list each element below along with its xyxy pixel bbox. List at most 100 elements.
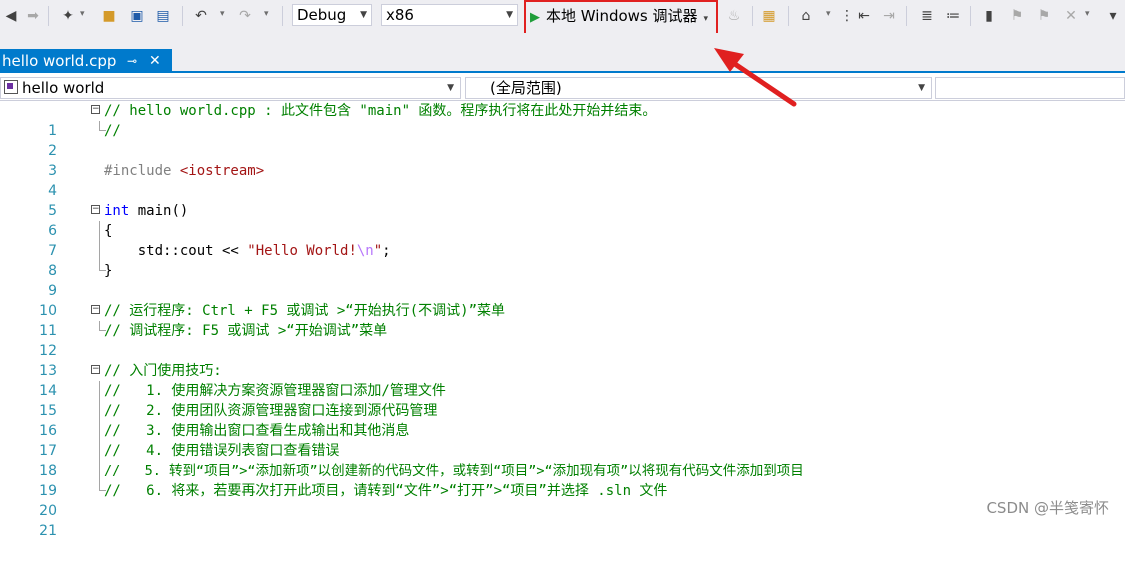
collapse-icon[interactable]: − (91, 305, 100, 314)
outline-guide (99, 221, 100, 241)
navigation-bar: hello world ▼ (全局范围) ▼ (0, 76, 1125, 101)
code-line: 9 } (0, 261, 1125, 299)
outline-guide (99, 401, 100, 421)
code-line: 12 // 调试程序: F5 或调试 >“开始调试”菜单 (0, 321, 1125, 359)
tab-underline (0, 71, 1125, 73)
code-line: 15 // 1. 使用解决方案资源管理器窗口添加/管理文件 (0, 381, 1125, 419)
code-text: } (104, 263, 113, 279)
back-icon[interactable]: ◀ (2, 7, 20, 25)
chevron-down-icon[interactable]: ▾ (264, 9, 269, 19)
hot-reload-icon[interactable]: ♨ (725, 7, 743, 25)
solution-config-dropdown[interactable]: Debug ▼ (292, 4, 372, 26)
toolbar-separator (906, 6, 907, 26)
document-tab-strip: hello world.cpp ⊸ ✕ (0, 33, 1125, 73)
toolbar-separator (970, 6, 971, 26)
code-text: #include <iostream> (104, 161, 264, 181)
outline-guide (99, 241, 100, 261)
chevron-down-icon[interactable]: ▾ (1085, 9, 1090, 19)
preprocessor-directive: #include (104, 163, 180, 179)
string-literal: "Hello World! (247, 243, 357, 259)
code-text: // 5. 转到“项目”>“添加新项”以创建新的代码文件，或转到“项目”>“添加… (104, 463, 804, 479)
toolbar-separator (788, 6, 789, 26)
save-icon[interactable]: ▣ (128, 7, 146, 25)
outline-guide (99, 441, 100, 461)
annotation-arrow (714, 48, 797, 107)
code-line: 5 (0, 181, 1125, 219)
include-target: <iostream> (179, 163, 265, 179)
project-value: hello world (22, 79, 105, 97)
code-text: // 6. 将来，若要再次打开此项目，请转到“文件”>“打开”>“项目”并选择 … (104, 483, 668, 499)
code-text: std::cout << "Hello World!\n"; (104, 241, 391, 261)
indent-icon[interactable]: ⇤ (855, 7, 873, 25)
code-text: // 调试程序: F5 或调试 >“开始调试”菜单 (104, 323, 388, 339)
code-line: 4 #include <iostream> (0, 161, 1125, 199)
code-text: { (104, 223, 113, 239)
project-icon (4, 80, 18, 94)
code-editor[interactable]: 1 − // hello world.cpp : 此文件包含 "main" 函数… (0, 101, 1125, 539)
annotation-arrow-shaft (723, 55, 797, 107)
project-dropdown[interactable]: hello world ▼ (0, 77, 461, 99)
chevron-down-icon[interactable]: ▾ (826, 9, 831, 19)
code-line: 11 − // 运行程序: Ctrl + F5 或调试 >“开始执行(不调试)”… (0, 301, 1125, 339)
code-line: 13 (0, 341, 1125, 379)
outline-guide (99, 421, 100, 441)
toolbar-separator (182, 6, 183, 26)
code-line: 6 − int main() (0, 201, 1125, 239)
chevron-down-icon: ▼ (360, 10, 367, 20)
platform-dropdown[interactable]: x86 ▼ (381, 4, 518, 26)
bookmark-icon[interactable]: ▮ (980, 7, 998, 25)
code-line: 20 // 6. 将来，若要再次打开此项目，请转到“文件”>“打开”>“项目”并… (0, 481, 1125, 519)
home-icon[interactable]: ⌂ (797, 7, 815, 25)
code-line: 3 (0, 141, 1125, 179)
tab-hello-world-cpp[interactable]: hello world.cpp ⊸ ✕ (0, 49, 172, 73)
outline-guide (99, 381, 100, 401)
code-text: // 4. 使用错误列表窗口查看错误 (104, 443, 340, 459)
collapse-icon[interactable]: − (91, 105, 100, 114)
undo-icon[interactable]: ↶ (192, 7, 210, 25)
watermark: CSDN @半笺寄怀 (986, 499, 1109, 517)
comment-lines-icon[interactable]: ≣ (918, 7, 936, 25)
function-signature: main() (129, 203, 189, 219)
scope-dropdown[interactable]: (全局范围) ▼ (465, 77, 932, 99)
previous-bookmark-icon[interactable]: ⚑ (1008, 7, 1026, 25)
find-in-files-icon[interactable]: ▦ (760, 7, 778, 25)
code-text: // 3. 使用输出窗口查看生成输出和其他消息 (104, 423, 410, 439)
tab-label: hello world.cpp (2, 52, 117, 70)
open-folder-icon[interactable]: ■ (100, 7, 118, 25)
pin-icon[interactable]: ⊸ (127, 49, 137, 73)
outline-guide (99, 461, 100, 481)
chevron-down-icon: ▼ (447, 83, 454, 93)
chevron-down-icon[interactable]: ▾ (80, 9, 85, 19)
code-text: // hello world.cpp : 此文件包含 "main" 函数。程序执… (104, 103, 657, 119)
statement: std::cout << (104, 243, 248, 259)
uncomment-lines-icon[interactable]: ≔ (944, 7, 962, 25)
outdent-icon[interactable]: ⇥ (880, 7, 898, 25)
code-text: // 2. 使用团队资源管理器窗口连接到源代码管理 (104, 403, 438, 419)
clear-bookmarks-icon[interactable]: ✕ (1062, 7, 1080, 25)
breakpoint-list-icon[interactable]: ⋮ (838, 7, 856, 25)
toolbar-separator (282, 6, 283, 26)
toolbar-separator (48, 6, 49, 26)
code-text: // 入门使用技巧: (104, 363, 222, 379)
code-text: // 1. 使用解决方案资源管理器窗口添加/管理文件 (104, 383, 446, 399)
forward-icon[interactable]: ➡ (24, 7, 42, 25)
keyword: int (104, 203, 130, 219)
member-dropdown[interactable] (935, 77, 1125, 99)
save-all-icon[interactable]: ▤ (154, 7, 172, 25)
code-text: // 运行程序: Ctrl + F5 或调试 >“开始执行(不调试)”菜单 (104, 303, 506, 319)
code-text: int main() (104, 201, 188, 221)
code-line: 2 // (0, 121, 1125, 159)
collapse-icon[interactable]: − (91, 205, 100, 214)
toolbar-overflow-icon[interactable]: ▾ (1104, 7, 1122, 25)
close-icon[interactable]: ✕ (149, 49, 161, 73)
collapse-icon[interactable]: − (91, 365, 100, 374)
code-line: 17 // 3. 使用输出窗口查看生成输出和其他消息 (0, 421, 1125, 459)
next-bookmark-icon[interactable]: ⚑ (1035, 7, 1053, 25)
chevron-down-icon[interactable]: ▾ (220, 9, 225, 19)
new-project-icon[interactable]: ✦ (59, 7, 77, 25)
toolbar-separator (752, 6, 753, 26)
redo-icon[interactable]: ↷ (236, 7, 254, 25)
code-line: 16 // 2. 使用团队资源管理器窗口连接到源代码管理 (0, 401, 1125, 439)
escape-sequence: \n (356, 243, 374, 259)
scope-value: (全局范围) (490, 79, 562, 97)
